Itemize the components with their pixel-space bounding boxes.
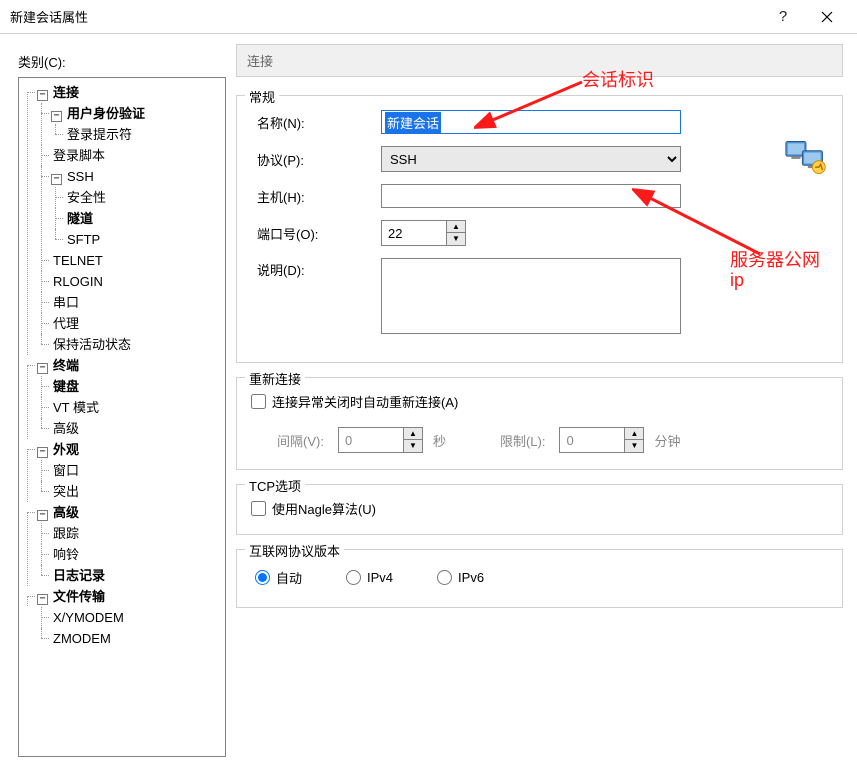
tree-item-proxy[interactable]: 代理	[37, 313, 223, 334]
reconnect-checkbox-row[interactable]: 连接异常关闭时自动重新连接(A)	[251, 392, 828, 411]
host-input[interactable]	[381, 184, 681, 208]
ip-v6-radio[interactable]: IPv6	[437, 570, 484, 585]
desc-label: 说明(D):	[251, 258, 381, 279]
collapse-icon[interactable]	[37, 90, 48, 101]
tree-item-appearance[interactable]: 外观 窗口 突出	[23, 439, 223, 502]
tree-item-window[interactable]: 窗口	[37, 460, 223, 481]
port-spinner[interactable]: ▲ ▼	[381, 220, 466, 246]
name-label: 名称(N):	[251, 113, 381, 132]
tree-item-advanced-term[interactable]: 高级	[37, 418, 223, 439]
spin-down-icon: ▼	[404, 440, 422, 452]
spin-up-icon: ▲	[404, 428, 422, 440]
limit-label: 限制(L):	[500, 431, 546, 450]
host-label: 主机(H):	[251, 187, 381, 206]
desc-textarea[interactable]	[381, 258, 681, 334]
window-title: 新建会话属性	[10, 7, 761, 26]
connection-icon	[784, 136, 828, 176]
interval-label: 间隔(V):	[277, 431, 324, 450]
collapse-icon[interactable]	[37, 594, 48, 605]
nagle-checkbox-label: 使用Nagle算法(U)	[272, 499, 376, 518]
name-input[interactable]: 新建会话	[381, 110, 681, 134]
collapse-icon[interactable]	[51, 111, 62, 122]
interval-input	[339, 428, 403, 452]
tree-item-keyboard[interactable]: 键盘	[37, 376, 223, 397]
ip-v4-radio[interactable]: IPv4	[346, 570, 393, 585]
nagle-checkbox[interactable]	[251, 501, 266, 516]
tree-item-auth[interactable]: 用户身份验证 登录提示符	[37, 103, 223, 145]
tree-item-filetransfer[interactable]: 文件传输 X/YMODEM ZMODEM	[23, 586, 223, 649]
tree-item-trace[interactable]: 跟踪	[37, 523, 223, 544]
port-input[interactable]	[382, 221, 446, 245]
group-ipversion: 互联网协议版本 自动 IPv4 IPv6	[236, 549, 843, 608]
spin-down-icon[interactable]: ▼	[447, 233, 465, 245]
tree-item-login-prompt[interactable]: 登录提示符	[51, 124, 223, 145]
tree-item-highlight[interactable]: 突出	[37, 481, 223, 502]
category-label: 类别(C):	[18, 52, 226, 71]
group-reconnect-legend: 重新连接	[245, 369, 305, 388]
tree-item-login-script[interactable]: 登录脚本	[37, 145, 223, 166]
collapse-icon[interactable]	[37, 510, 48, 521]
protocol-label: 协议(P):	[251, 150, 381, 169]
tree-item-rlogin[interactable]: RLOGIN	[37, 271, 223, 292]
limit-spinner: ▲▼	[559, 427, 644, 453]
tree-item-advanced[interactable]: 高级 跟踪 响铃 日志记录	[23, 502, 223, 586]
tree-item-ssh[interactable]: SSH 安全性 隧道 SFTP	[37, 166, 223, 250]
tree-item-keepalive[interactable]: 保持活动状态	[37, 334, 223, 355]
group-tcp-legend: TCP选项	[245, 476, 305, 495]
nagle-checkbox-row[interactable]: 使用Nagle算法(U)	[251, 499, 828, 518]
spin-up-icon: ▲	[625, 428, 643, 440]
tree-item-bell[interactable]: 响铃	[37, 544, 223, 565]
collapse-icon[interactable]	[37, 363, 48, 374]
collapse-icon[interactable]	[51, 174, 62, 185]
tree-item-security[interactable]: 安全性	[51, 187, 223, 208]
group-general: 常规 名称(N): 新建会话 协议(P): SSH 主机(H):	[236, 95, 843, 363]
limit-unit: 分钟	[654, 431, 680, 450]
interval-spinner: ▲▼	[338, 427, 423, 453]
collapse-icon[interactable]	[37, 447, 48, 458]
name-value: 新建会话	[385, 112, 441, 133]
close-button[interactable]	[805, 2, 849, 32]
group-ipversion-legend: 互联网协议版本	[245, 541, 344, 560]
tree-item-zmodem[interactable]: ZMODEM	[37, 628, 223, 649]
port-label: 端口号(O):	[251, 224, 381, 243]
tree-item-logging[interactable]: 日志记录	[37, 565, 223, 586]
tree-item-connection[interactable]: 连接 用户身份验证 登录提示符 登录脚本 SSH 安全性 隧道	[23, 82, 223, 355]
tree-item-xymodem[interactable]: X/YMODEM	[37, 607, 223, 628]
spin-up-icon[interactable]: ▲	[447, 221, 465, 233]
ip-auto-radio[interactable]: 自动	[255, 568, 302, 587]
tree-item-telnet[interactable]: TELNET	[37, 250, 223, 271]
close-icon	[821, 11, 833, 23]
settings-header: 连接	[236, 44, 843, 77]
group-reconnect: 重新连接 连接异常关闭时自动重新连接(A) 间隔(V): ▲▼ 秒 限制(L):…	[236, 377, 843, 470]
tree-item-vtmode[interactable]: VT 模式	[37, 397, 223, 418]
limit-input	[560, 428, 624, 452]
titlebar: 新建会话属性 ?	[0, 0, 857, 34]
reconnect-checkbox[interactable]	[251, 394, 266, 409]
tree-item-tunnel[interactable]: 隧道	[51, 208, 223, 229]
group-tcp: TCP选项 使用Nagle算法(U)	[236, 484, 843, 535]
reconnect-checkbox-label: 连接异常关闭时自动重新连接(A)	[272, 392, 458, 411]
tree-item-serial[interactable]: 串口	[37, 292, 223, 313]
tree-item-terminal[interactable]: 终端 键盘 VT 模式 高级	[23, 355, 223, 439]
spin-down-icon: ▼	[625, 440, 643, 452]
interval-unit: 秒	[433, 431, 446, 450]
help-button[interactable]: ?	[761, 2, 805, 32]
tree-item-sftp[interactable]: SFTP	[51, 229, 223, 250]
protocol-combo[interactable]: SSH	[381, 146, 681, 172]
category-tree[interactable]: 连接 用户身份验证 登录提示符 登录脚本 SSH 安全性 隧道	[18, 77, 226, 757]
group-general-legend: 常规	[245, 87, 279, 106]
